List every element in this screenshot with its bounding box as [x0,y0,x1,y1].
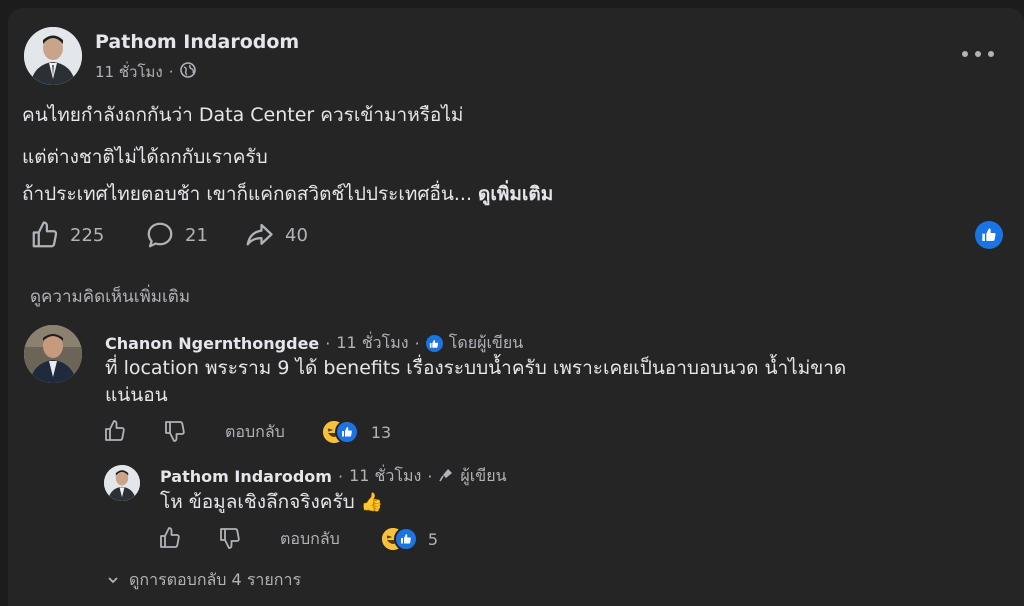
share-action[interactable]: 40 [243,220,308,250]
reply-text-content: โห ข้อมูลเชิงลึกจริงครับ [160,491,355,513]
author-badge-label: โดยผู้เขียน [448,333,524,352]
post-text-line-1: คนไทยกำลังถกกันว่า Data Center ควรเข้ามา… [22,104,464,126]
post-text-line-3: ถ้าประเทศไทยตอบช้า เขาก็แค่กดสวิตช์ไปประ… [22,179,553,209]
reply-reaction-count: 5 [427,529,438,549]
thumbs-up-emoji: 👍 [360,492,384,513]
like-reaction-icon [334,420,359,444]
post-author-avatar[interactable] [24,27,82,85]
comment-action[interactable]: 21 [145,220,208,250]
like-reaction-icon [393,527,418,551]
reactions-summary[interactable] [379,526,420,552]
comment-actions: ตอบกลับ 13 [103,419,391,445]
view-more-comments-link[interactable]: ดูความคิดเห็นเพิ่มเติม [30,283,190,310]
reply-separator: · [427,467,433,486]
like-count: 225 [70,224,105,246]
post-text-line-3-content: ถ้าประเทศไทยตอบช้า เขาก็แค่กดสวิตช์ไปประ… [22,183,472,205]
see-more-link[interactable]: ดูเพิ่มเติม [478,183,553,205]
share-icon [246,223,273,246]
thumbs-up-icon [32,221,58,248]
thumbs-down-icon[interactable] [163,419,189,445]
more-options-icon[interactable] [962,44,994,64]
thumbs-up-icon[interactable] [158,526,184,552]
author-badge-label: ผู้เขียน [460,466,507,485]
reply-time[interactable]: 11 ชั่วโมง [349,464,421,489]
post-author-name[interactable]: Pathom Indarodom [95,31,299,53]
globe-icon[interactable] [179,62,196,82]
reply-separator: · [337,467,344,486]
thumbs-down-icon[interactable] [218,526,244,552]
reply-author-avatar[interactable] [104,465,140,501]
reply-header: Pathom Indarodom · 11 ชั่วโมง · ผู้เขียน [160,464,507,489]
reply-actions: ตอบกลับ 5 [158,526,438,552]
comment-time[interactable]: 11 ชั่วโมง [336,331,408,356]
reply-author-name[interactable]: Pathom Indarodom [160,467,332,486]
commenter-avatar[interactable] [24,325,82,383]
post-text-line-2: แต่ต่างชาติไม่ได้ถกกับเราครับ [22,146,268,168]
post-time[interactable]: 11 ชั่วโมง [95,60,163,84]
chevron-down-icon [107,571,119,590]
author-badge-icon [425,335,443,352]
comment-separator: · [414,334,420,353]
thumbs-up-icon[interactable] [103,419,129,445]
comment-icon [147,222,173,248]
commenter-name[interactable]: Chanon Ngernthongdee [105,334,319,353]
comment-reply-button[interactable]: ตอบกลับ [225,420,285,445]
share-count: 40 [285,224,308,246]
comment-text-line-1: ที่ location พระราม 9 ได้ benefits เรื่อ… [105,357,847,379]
meta-separator: · [168,63,174,81]
reactions-summary[interactable] [320,419,361,445]
like-reaction-icon[interactable] [975,221,1003,249]
post-meta: 11 ชั่วโมง · [95,60,196,84]
view-replies-link[interactable]: ดูการตอบกลับ 4 รายการ [107,568,301,593]
reply-reply-button[interactable]: ตอบกลับ [280,527,340,552]
microphone-icon [438,467,454,487]
comment-count: 21 [185,224,208,246]
comment-separator: · [325,334,331,353]
reply-text: โห ข้อมูลเชิงลึกจริงครับ 👍 [160,488,383,517]
comment-text-line-2: แน่นอน [105,384,168,406]
view-replies-label: ดูการตอบกลับ 4 รายการ [129,570,302,589]
like-action[interactable]: 225 [30,220,104,250]
comment-reaction-count: 13 [370,422,392,442]
comment-header: Chanon Ngernthongdee · 11 ชั่วโมง · โดยผ… [105,331,523,356]
